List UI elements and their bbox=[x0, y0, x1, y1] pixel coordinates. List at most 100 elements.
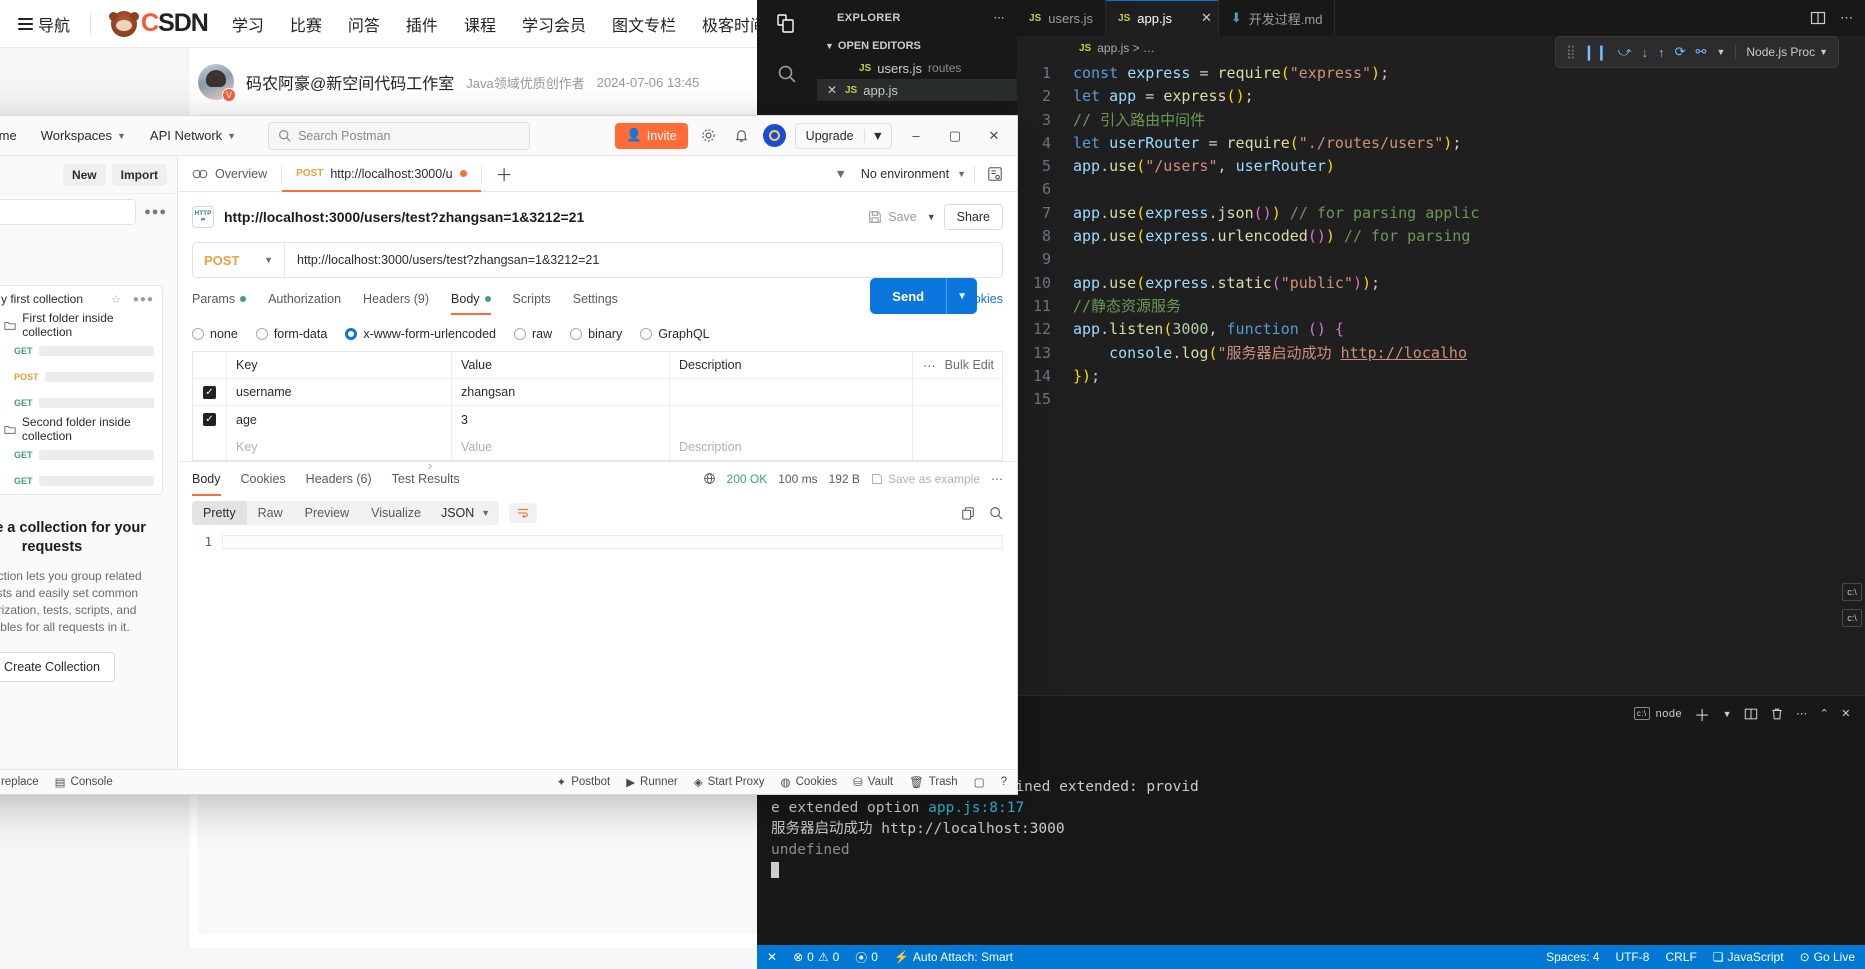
debug-toolbar[interactable]: ⣿ ❙❙ ⤻ ↓ ↑ ⟳ ⚯ ▼ Node.js Proc ▼ bbox=[1555, 36, 1839, 68]
request-title[interactable]: http://localhost:3000/users/test?zhangsa… bbox=[224, 209, 584, 225]
drag-handle-icon[interactable]: ⣿ bbox=[1566, 44, 1575, 60]
response-format-selector[interactable]: JSON ▼ bbox=[431, 501, 500, 525]
response-tab-cookies[interactable]: Cookies bbox=[241, 462, 286, 496]
send-options-icon[interactable]: ▼ bbox=[946, 278, 977, 314]
csdn-menu-item-2[interactable]: 问答 bbox=[348, 12, 380, 36]
save-as-example-button[interactable]: Save as example bbox=[871, 472, 980, 486]
new-tab-button[interactable]: ＋ bbox=[482, 156, 527, 191]
csdn-menu-item-4[interactable]: 课程 bbox=[464, 12, 496, 36]
save-button[interactable]: Save ▼ bbox=[868, 210, 936, 224]
body-type-none[interactable]: none bbox=[192, 327, 238, 341]
console-button[interactable]: ▤ Console bbox=[55, 775, 113, 789]
collection-folder[interactable]: ▼Second folder inside collection bbox=[0, 415, 162, 443]
view-preview[interactable]: Preview bbox=[293, 501, 361, 525]
pause-icon[interactable]: ❙❙ bbox=[1583, 43, 1608, 61]
collection-request[interactable]: GET bbox=[0, 468, 162, 494]
table-row[interactable]: ✓ age 3 bbox=[193, 406, 1002, 433]
chevron-down-icon[interactable]: ▼ bbox=[1723, 709, 1732, 719]
window-minimize-button[interactable]: – bbox=[901, 123, 931, 149]
collection-request[interactable]: POST bbox=[0, 364, 162, 390]
sidebar-more-icon[interactable]: ●●● bbox=[144, 206, 167, 218]
row-key[interactable]: username bbox=[226, 378, 451, 406]
status-ports[interactable]: ⦿ 0 bbox=[855, 949, 878, 966]
explorer-icon[interactable] bbox=[773, 10, 801, 38]
method-selector[interactable]: POST ▼ bbox=[193, 243, 285, 277]
url-input[interactable]: http://localhost:3000/users/test?zhangsa… bbox=[285, 243, 1002, 277]
status-eol[interactable]: CRLF bbox=[1665, 950, 1696, 964]
view-raw[interactable]: Raw bbox=[246, 501, 294, 525]
terminal-tab-2-icon[interactable]: c:\ bbox=[1842, 609, 1862, 627]
req-tab-scripts[interactable]: Scripts bbox=[513, 292, 551, 315]
body-type-graphql[interactable]: GraphQL bbox=[640, 327, 710, 341]
row-description[interactable] bbox=[669, 378, 912, 406]
invite-button[interactable]: 👤 Invite bbox=[615, 122, 688, 149]
editor-tab-app-js[interactable]: JS app.js ✕ bbox=[1106, 0, 1219, 36]
req-tab-headers[interactable]: Headers (9) bbox=[363, 292, 429, 315]
body-type-form-data[interactable]: form-data bbox=[255, 327, 327, 341]
star-icon[interactable]: ☆ bbox=[111, 293, 121, 306]
response-body-editor[interactable]: 1 bbox=[178, 531, 1017, 769]
body-type-raw[interactable]: raw bbox=[514, 327, 552, 341]
status-go-live[interactable]: ⊙ Go Live bbox=[1800, 950, 1855, 964]
import-button[interactable]: Import bbox=[111, 163, 167, 186]
row-value[interactable]: zhangsan bbox=[451, 378, 669, 406]
vault-button[interactable]: ⛁ Vault bbox=[853, 775, 893, 789]
view-pretty[interactable]: Pretty bbox=[192, 501, 247, 525]
user-avatar[interactable] bbox=[762, 124, 786, 147]
step-into-icon[interactable]: ↓ bbox=[1642, 45, 1649, 60]
csdn-menu-item-3[interactable]: 插件 bbox=[406, 12, 438, 36]
split-terminal-icon[interactable] bbox=[1744, 707, 1758, 721]
open-editor-item-app[interactable]: ✕ JS app.js bbox=[817, 79, 1017, 101]
collection-request[interactable]: GET bbox=[0, 338, 162, 364]
find-and-replace-button[interactable]: Find and replace bbox=[0, 776, 39, 788]
send-button[interactable]: Send ▼ bbox=[870, 278, 977, 314]
search-input[interactable]: Search Postman bbox=[268, 121, 531, 150]
req-tab-settings[interactable]: Settings bbox=[573, 292, 618, 315]
new-terminal-icon[interactable]: ＋ bbox=[1694, 702, 1711, 726]
editor-tab-md[interactable]: ⬇ 开发过程.md bbox=[1218, 0, 1336, 36]
status-errors[interactable]: ⊗ 0 ⚠ 0 bbox=[793, 950, 839, 964]
window-close-button[interactable]: ✕ bbox=[979, 123, 1009, 149]
runner-button[interactable]: ▶ Runner bbox=[626, 775, 678, 789]
trash-button[interactable]: 🗑 Trash bbox=[909, 775, 958, 789]
response-more-icon[interactable]: ⋯ bbox=[991, 472, 1003, 486]
body-type-binary[interactable]: binary bbox=[570, 327, 622, 341]
share-button[interactable]: Share bbox=[943, 204, 1003, 230]
sidebar-collapse-handle[interactable]: › bbox=[423, 446, 437, 484]
response-tab-headers[interactable]: Headers (6) bbox=[306, 462, 372, 496]
tab-overflow-button[interactable]: ▼ bbox=[820, 156, 860, 191]
search-icon[interactable] bbox=[773, 60, 801, 88]
trash-icon[interactable] bbox=[1770, 707, 1784, 721]
environment-quick-look-icon[interactable] bbox=[983, 162, 1007, 186]
copy-icon[interactable] bbox=[961, 506, 975, 520]
new-button[interactable]: New bbox=[62, 163, 106, 186]
response-tab-body[interactable]: Body bbox=[192, 462, 221, 496]
close-icon[interactable]: ✕ bbox=[1201, 10, 1212, 26]
window-maximize-button[interactable]: ▢ bbox=[940, 123, 970, 149]
step-over-icon[interactable]: ⤻ bbox=[1618, 44, 1632, 60]
csdn-menu-item-0[interactable]: 学习 bbox=[232, 12, 264, 36]
chevron-down-icon[interactable]: ▼ bbox=[927, 212, 936, 222]
maximize-panel-icon[interactable]: ⌃ bbox=[1820, 707, 1830, 720]
explorer-more-icon[interactable]: ⋯ bbox=[994, 11, 1006, 24]
gear-icon[interactable] bbox=[697, 124, 721, 148]
tab-overview[interactable]: Overview bbox=[178, 156, 281, 191]
bell-icon[interactable] bbox=[730, 124, 754, 148]
status-language[interactable]: ❏ JavaScript bbox=[1713, 950, 1784, 964]
wrap-lines-icon[interactable] bbox=[509, 503, 538, 523]
table-row[interactable]: ✓ username zhangsan bbox=[193, 378, 1002, 406]
status-spaces[interactable]: Spaces: 4 bbox=[1546, 950, 1599, 964]
row-description[interactable] bbox=[669, 406, 912, 433]
upgrade-button[interactable]: Upgrade ▼ bbox=[794, 122, 892, 149]
terminal-shell-selector[interactable]: c:\ node bbox=[1633, 707, 1682, 720]
layout-toggle-button[interactable]: ▢ bbox=[974, 775, 985, 789]
bulk-edit-button[interactable]: Bulk Edit bbox=[945, 358, 994, 372]
view-visualize[interactable]: Visualize bbox=[360, 501, 432, 525]
nav-workspaces[interactable]: Workspaces ▼ bbox=[31, 123, 136, 148]
restart-icon[interactable]: ⟳ bbox=[1675, 44, 1686, 60]
status-auto-attach[interactable]: ⚡ Auto Attach: Smart bbox=[894, 950, 1013, 964]
filter-input[interactable] bbox=[0, 199, 137, 225]
debug-process-selector[interactable]: Node.js Proc ▼ bbox=[1746, 45, 1828, 59]
csdn-menu-item-6[interactable]: 图文专栏 bbox=[612, 12, 676, 36]
csdn-logo[interactable]: CSDN bbox=[109, 9, 209, 38]
